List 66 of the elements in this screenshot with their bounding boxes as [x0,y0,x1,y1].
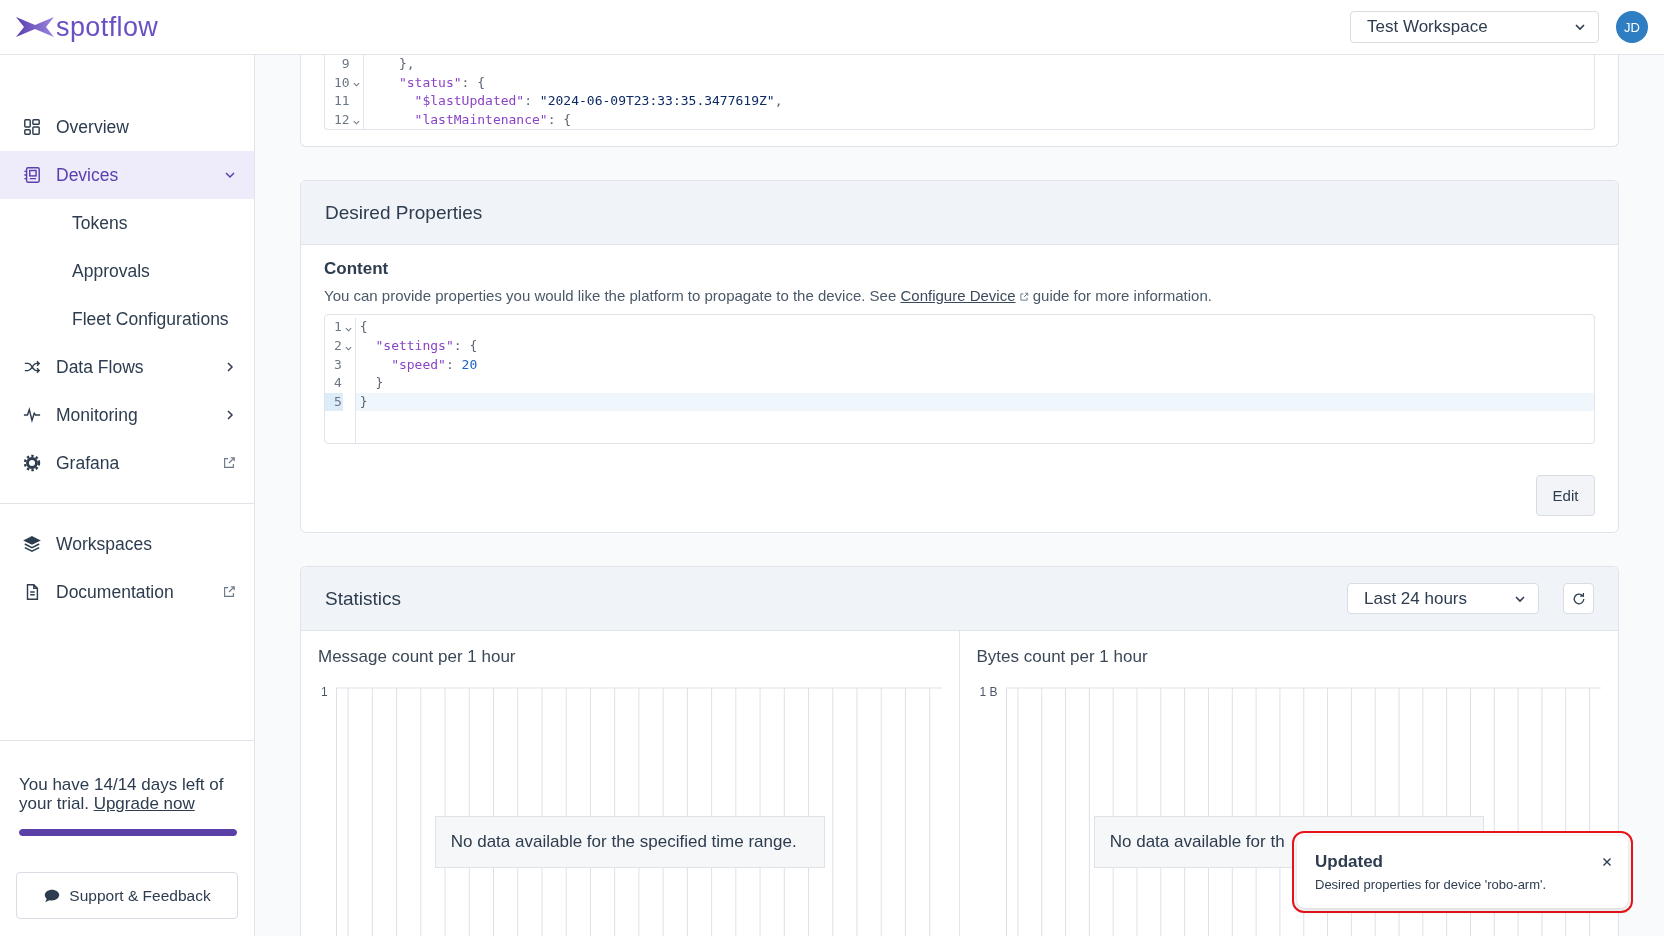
code-line: "$lastUpdated": "2024-06-09T23:33:35.3477619Z", [413,92,783,111]
pulse-icon [23,406,41,424]
edit-button[interactable]: Edit [1536,475,1595,517]
code-editor[interactable]: 1 2 3 4 5 { "settings": { "speed": 20 } } [324,314,1595,445]
sidebar-item[interactable]: Data Flows [0,343,254,391]
sidebar-subitem[interactable]: Fleet Configurations [0,295,254,343]
trial-notice: You have 14/14 days left of your trial. Upgrade now [19,775,225,813]
external-link-icon [1018,292,1029,303]
fold-chevron-icon[interactable] [353,82,361,88]
line-number: 10 [333,73,351,92]
sidebar-subitem[interactable]: Tokens [0,199,254,247]
sidebar-item[interactable]: Documentation [0,568,254,616]
sidebar-item[interactable]: Devices [0,151,254,199]
code-editor[interactable]: 9 10 11 12 }, "status": { "$lastUpdated": "2024-06-09T23:33:35.3477619Z", "lastMaintenance": { [324,55,1595,131]
shuffle-icon [23,358,41,376]
sidebar-item[interactable]: Grafana [0,439,254,487]
code-line: "lastMaintenance": { [413,110,572,129]
chip-icon [23,166,41,184]
code-line: { [359,318,368,337]
line-number: 12 [333,110,351,129]
card-title: Desired Properties [325,201,483,224]
sidebar-item[interactable]: Overview [0,103,254,151]
description-text: You can provide properties you would like the platform to propagate to the device. See Configure Device guide for more information. [324,286,1213,307]
layers-icon [23,535,41,553]
toast-message: Desired properties for device 'robo-arm'. [1315,876,1547,894]
fold-chevron-icon[interactable] [345,345,353,351]
chart-title: Message count per 1 hour [318,646,516,669]
line-number: 2 [333,336,343,355]
line-number: 4 [333,374,343,393]
code-line: "speed": 20 [390,355,478,374]
sidebar-item[interactable]: Workspaces [0,520,254,568]
fold-chevron-icon[interactable] [353,119,361,125]
card-title: Statistics [325,587,402,610]
line-number: 5 [325,392,343,412]
sidebar-item[interactable]: Monitoring [0,391,254,439]
line-number: 9 [340,55,351,73]
code-line: } [374,374,384,393]
fold-chevron-icon[interactable] [345,327,353,333]
toast-title: Updated [1315,851,1383,873]
external-link-icon [222,456,236,470]
refresh-button[interactable] [1563,583,1594,615]
code-line: "settings": { [374,336,478,355]
workspace-dropdown[interactable]: Test Workspace [1350,11,1599,43]
gear-icon [23,454,41,472]
code-line: "status": { [397,73,486,92]
time-range-dropdown[interactable]: Last 24 hours [1347,583,1539,615]
chart-title: Bytes count per 1 hour [976,646,1148,669]
section-label: Content [324,258,390,281]
y-axis-tick-label: 1 B [979,685,998,700]
upgrade-link[interactable]: Upgrade now [93,794,195,813]
line-number: 3 [333,355,343,374]
y-axis-tick-label: 1 [321,685,328,700]
user-avatar[interactable]: JD [1616,11,1648,43]
no-data-text: No data available for th [1109,832,1285,853]
sidebar-subitem[interactable]: Approvals [0,247,254,295]
support-feedback-button[interactable]: Support & Feedback [16,872,238,919]
external-link-icon [222,585,236,599]
logo-text: spotflow [56,12,159,42]
grid-icon [23,118,41,136]
chevron-down-icon [1574,21,1586,33]
configure-device-link[interactable]: Configure Device [900,287,1029,305]
code-line: }, [397,55,415,73]
line-number: 1 [333,318,343,337]
logo-icon [16,17,54,37]
no-data-text: No data available for the specified time range. [450,832,797,853]
line-number: 11 [333,92,351,111]
